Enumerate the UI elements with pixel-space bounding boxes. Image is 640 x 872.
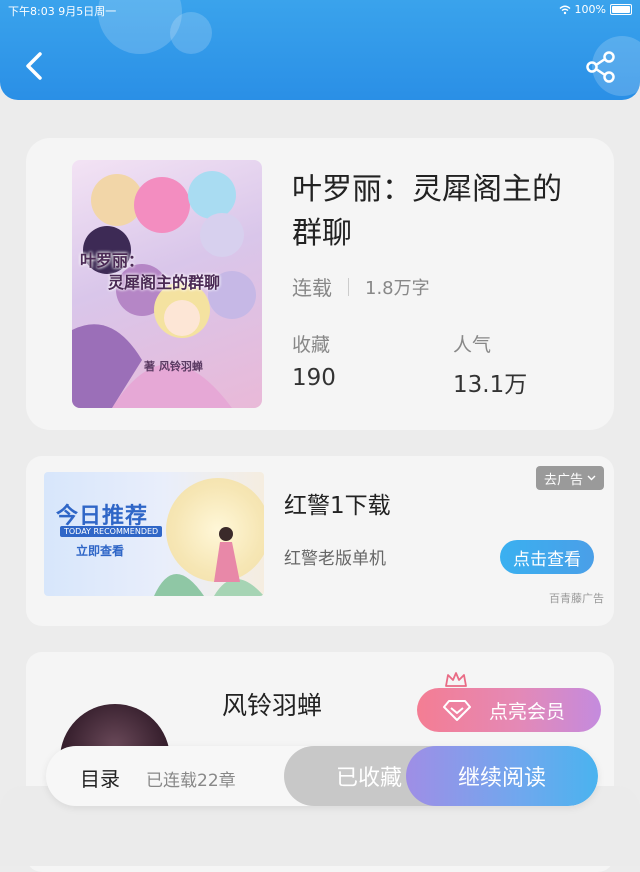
ad-source: 百青藤广告: [549, 592, 604, 605]
activate-vip-button[interactable]: 点亮会员: [417, 688, 601, 732]
author-name[interactable]: 风铃羽蝉: [222, 686, 322, 722]
diamond-icon: [443, 700, 471, 721]
book-title: 叶罗丽：灵犀阁主的群聊: [292, 172, 562, 251]
ad-image-subheadline: TODAY RECOMMENDED: [60, 526, 163, 537]
toc-button[interactable]: 目录: [80, 763, 120, 792]
book-meta: 连载 1.8万字: [292, 272, 430, 301]
header: 下午8:03 9月5日周一 100%: [0, 0, 640, 100]
ad-view-button[interactable]: 点击查看: [500, 540, 594, 574]
ad-card[interactable]: 今日推荐 TODAY RECOMMENDED 立即查看 红警1下载 红警老版单机…: [26, 456, 614, 626]
ad-subtitle: 红警老版单机: [284, 549, 386, 569]
ad-title[interactable]: 红警1下载: [284, 486, 391, 520]
status-time: 下午8:03 9月5日周一: [8, 5, 117, 18]
vip-button-label: 点亮会员: [489, 700, 566, 723]
status-bar: 下午8:03 9月5日周一 100%: [0, 0, 640, 18]
battery-percent: 100%: [574, 3, 606, 16]
continue-reading-button[interactable]: 继续阅读: [406, 746, 598, 806]
cover-title-line2: 灵犀阁主的群聊: [108, 273, 221, 292]
remove-ad-label: 去广告: [543, 472, 583, 488]
stat-value: 13.1万: [453, 372, 528, 398]
stat-label: 人气: [453, 334, 492, 356]
chevron-down-icon: [587, 475, 596, 481]
book-cover[interactable]: 叶罗丽： 灵犀阁主的群聊 著 风铃羽蝉: [72, 160, 262, 408]
header-bubble-decoration: [170, 12, 212, 54]
cover-author: 著 风铃羽蝉: [144, 360, 203, 373]
share-icon[interactable]: [584, 50, 618, 84]
ad-image[interactable]: 今日推荐 TODAY RECOMMENDED 立即查看: [44, 472, 264, 596]
book-status: 连载: [292, 276, 332, 300]
stat-label: 收藏: [292, 334, 331, 356]
cover-title: 叶罗丽： 灵犀阁主的群聊: [80, 250, 260, 294]
remove-ad-button[interactable]: 去广告: [535, 466, 604, 490]
wifi-icon: [559, 5, 571, 14]
ad-image-cta: 立即查看: [76, 544, 125, 558]
battery-icon: [610, 4, 632, 15]
back-icon[interactable]: [22, 48, 48, 84]
stat-popularity: 人气 13.1万: [453, 330, 527, 399]
book-word-count: 1.8万字: [365, 277, 430, 299]
chapter-count: 已连载22章: [146, 771, 236, 791]
meta-divider: [348, 277, 349, 296]
stat-value: 190: [292, 365, 336, 391]
cover-title-line1: 叶罗丽：: [80, 251, 145, 270]
status-right: 100%: [559, 3, 632, 16]
stat-favorites: 收藏 190: [292, 330, 336, 391]
book-info-card: 叶罗丽： 灵犀阁主的群聊 著 风铃羽蝉 叶罗丽：灵犀阁主的群聊 连载 1.8万字…: [26, 138, 614, 430]
bottom-action-bar: 目录 已连载22章 已收藏 继续阅读: [46, 746, 598, 806]
crown-icon: [445, 672, 467, 690]
